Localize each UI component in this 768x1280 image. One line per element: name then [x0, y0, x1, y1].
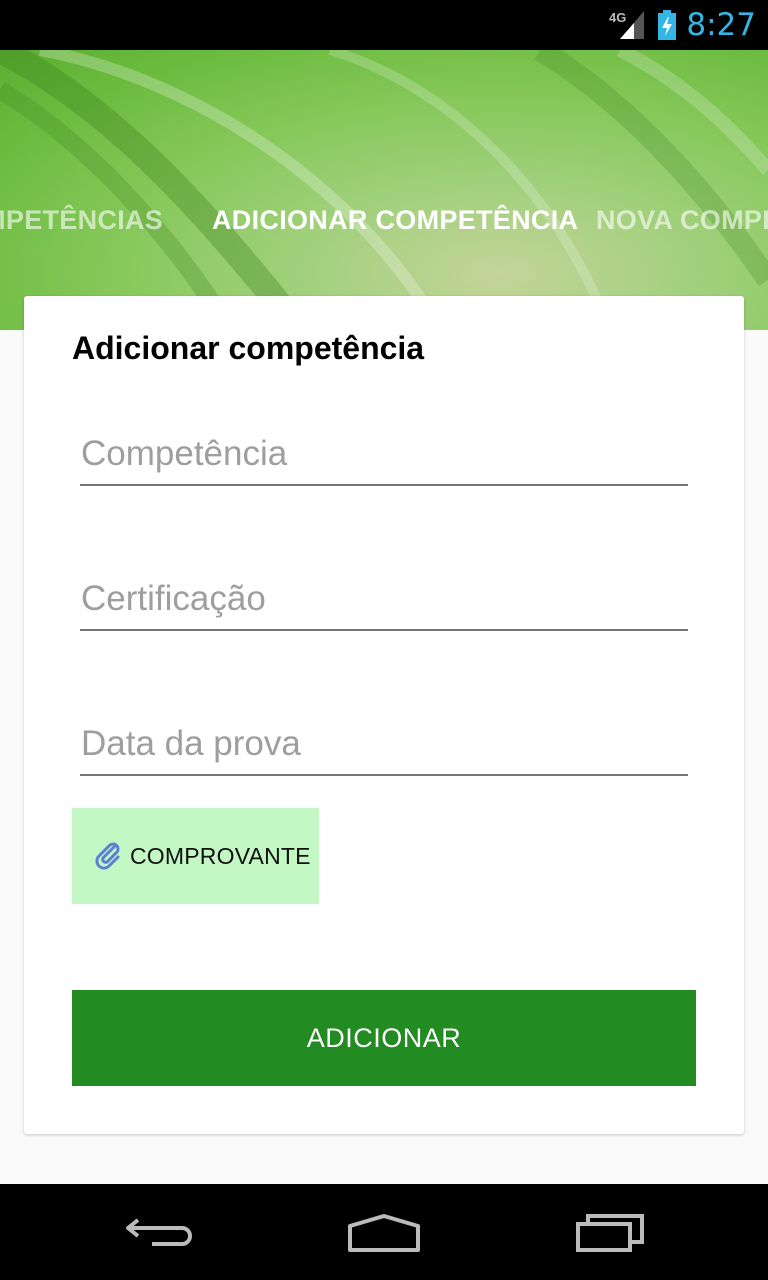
- form-title: Adicionar competência: [72, 330, 425, 366]
- back-icon[interactable]: [124, 1212, 196, 1252]
- header-background-art: [0, 50, 768, 330]
- certificacao-field: [80, 571, 688, 631]
- navigation-bar: [0, 1184, 768, 1280]
- field-underline: [80, 629, 688, 631]
- form-card: Adicionar competência COMPROVANTE ADICIO…: [24, 296, 744, 1134]
- certificacao-input[interactable]: [80, 571, 688, 627]
- data-prova-input[interactable]: [80, 716, 688, 772]
- tab-adicionar-competencia[interactable]: ADICIONAR COMPETÊNCIA: [212, 202, 578, 238]
- field-underline: [80, 484, 688, 486]
- field-underline: [80, 774, 688, 776]
- battery-charging-icon: [658, 10, 677, 40]
- data-prova-field: [80, 716, 688, 776]
- tab-nova-competencia[interactable]: NOVA COMPETÊNCIA: [596, 202, 768, 238]
- recents-icon[interactable]: [574, 1212, 646, 1252]
- competencia-input[interactable]: [80, 426, 688, 482]
- status-bar: 4G 8:27: [0, 0, 768, 50]
- clock: 8:27: [686, 7, 756, 43]
- comprovante-button[interactable]: COMPROVANTE: [72, 808, 319, 904]
- competencia-field: [80, 426, 688, 486]
- tab-strip: COMPETÊNCIAS ADICIONAR COMPETÊNCIA NOVA …: [0, 202, 768, 242]
- comprovante-label: COMPROVANTE: [130, 842, 311, 869]
- header-banner: COMPETÊNCIAS ADICIONAR COMPETÊNCIA NOVA …: [0, 50, 768, 330]
- home-icon[interactable]: [346, 1212, 422, 1252]
- tab-competencias[interactable]: COMPETÊNCIAS: [0, 202, 163, 238]
- adicionar-button[interactable]: ADICIONAR: [72, 990, 696, 1086]
- paperclip-icon: [95, 842, 120, 870]
- network-type: 4G: [609, 9, 627, 25]
